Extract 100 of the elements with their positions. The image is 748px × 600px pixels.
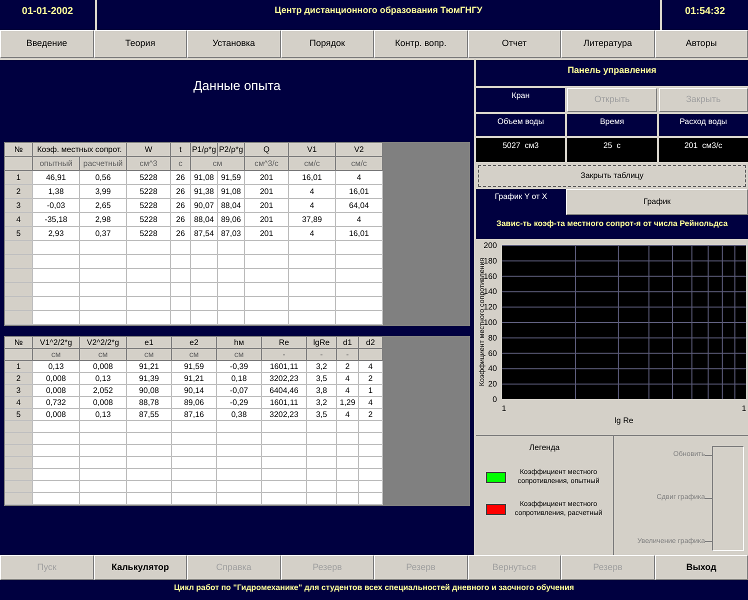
table-cell	[127, 493, 172, 505]
row-header	[5, 457, 33, 469]
y-tick-label: 180	[484, 256, 497, 266]
valve-label: Кран	[476, 88, 566, 112]
menu-button[interactable]: Порядок	[280, 30, 374, 58]
table-cell	[289, 269, 336, 283]
y-tick-label: 60	[488, 348, 497, 358]
table-cell: 91,59	[218, 171, 245, 185]
table-cell: 90,14	[172, 385, 217, 397]
table-cell: 87,55	[127, 409, 172, 421]
table-cell: -0,39	[217, 361, 262, 373]
row-header	[5, 269, 33, 283]
chart-title: Завис-ть коэф-та местного сопрот-я от числа Рейнольдса	[496, 218, 728, 230]
table-cell: 0,38	[217, 409, 262, 421]
graph-button[interactable]: График	[566, 189, 748, 215]
table-cell: 26	[171, 213, 191, 227]
table-cell	[127, 283, 171, 297]
table-cell	[171, 255, 191, 269]
table-cell: 91,08	[191, 171, 218, 185]
unit-header: с	[171, 157, 191, 171]
table-cell: -0,29	[217, 397, 262, 409]
window-title: Центр дистанционного образования ТюмГНГУ	[274, 4, 484, 17]
table-cell	[262, 457, 307, 469]
table-cell: 4	[337, 385, 359, 397]
table-cell: 201	[245, 199, 289, 213]
table-cell	[262, 445, 307, 457]
table-cell	[127, 481, 172, 493]
table-cell	[307, 445, 337, 457]
table-cell: 91,08	[218, 185, 245, 199]
table-cell: 5228	[127, 199, 171, 213]
table-cell: 0,13	[80, 409, 127, 421]
y-tick-label: 160	[484, 272, 497, 281]
unit-header: см	[217, 349, 262, 361]
table-cell	[262, 469, 307, 481]
table-cell	[80, 269, 127, 283]
table-cell	[262, 481, 307, 493]
table-cell	[217, 481, 262, 493]
table-cell: 87,16	[172, 409, 217, 421]
table-cell	[80, 283, 127, 297]
table-cell	[337, 457, 359, 469]
menu-button[interactable]: Контр. вопр.	[374, 30, 468, 58]
table-cell	[245, 241, 289, 255]
row-header: 1	[5, 361, 33, 373]
table-cell	[217, 469, 262, 481]
table-cell: 2,65	[80, 199, 127, 213]
table-cell: 0,008	[33, 409, 80, 421]
table-cell	[307, 469, 337, 481]
row-header	[5, 255, 33, 269]
table-cell: 91,59	[172, 361, 217, 373]
table-cell: 4	[336, 171, 383, 185]
table-cell: 6404,46	[262, 385, 307, 397]
table-cell: 1,38	[33, 185, 80, 199]
table-cell: 2,052	[80, 385, 127, 397]
slider-track[interactable]	[712, 446, 744, 551]
table-cell	[172, 493, 217, 505]
menu-button[interactable]: Литература	[561, 30, 654, 58]
table-cell: 1601,11	[262, 397, 307, 409]
table-cell: 2	[359, 409, 383, 421]
table-cell: 0,008	[33, 385, 80, 397]
reading-label: Время	[567, 114, 657, 136]
table-cell	[33, 421, 80, 433]
y-tick-label: 80	[488, 333, 497, 342]
table-cell	[33, 445, 80, 457]
menu-button[interactable]: Теория	[94, 30, 187, 58]
table-cell: -0,07	[217, 385, 262, 397]
table-cell	[127, 297, 171, 311]
table-cell	[217, 421, 262, 433]
menu-button[interactable]: Отчет	[468, 30, 561, 58]
column-header: d2	[359, 337, 383, 349]
table-cell: 91,39	[127, 373, 172, 385]
y-tick-label: 0	[492, 395, 497, 404]
table-cell	[127, 433, 172, 445]
table-cell	[307, 493, 337, 505]
menu-button[interactable]: Калькулятор	[94, 555, 187, 580]
table-cell	[127, 241, 171, 255]
row-header: 5	[5, 227, 33, 241]
column-header: lgRe	[307, 337, 337, 349]
table-cell: 87,54	[191, 227, 218, 241]
column-header: P2/ρ*g	[218, 143, 245, 157]
row-header	[5, 445, 33, 457]
table-cell	[172, 433, 217, 445]
table-cell	[359, 457, 383, 469]
table-cell: 4	[289, 199, 336, 213]
menu-button[interactable]: Авторы	[654, 30, 748, 58]
table-cell	[191, 269, 218, 283]
close-table-button[interactable]: Закрыть таблицу	[478, 165, 746, 187]
table-cell: 4	[359, 361, 383, 373]
unit-header: -	[307, 349, 337, 361]
table-cell	[218, 255, 245, 269]
table-cell: 0,37	[80, 227, 127, 241]
table-cell	[33, 457, 80, 469]
menu-button[interactable]: Выход	[654, 555, 748, 580]
table-cell	[336, 283, 383, 297]
menu-button[interactable]: Установка	[187, 30, 280, 58]
unit-header: -	[337, 349, 359, 361]
column-header: P1/ρ*g	[191, 143, 218, 157]
reading-value: 201 см3/с	[658, 138, 748, 162]
menu-button[interactable]: Введение	[0, 30, 94, 58]
table-cell	[171, 311, 191, 325]
legend-title: Легенда	[529, 442, 560, 454]
